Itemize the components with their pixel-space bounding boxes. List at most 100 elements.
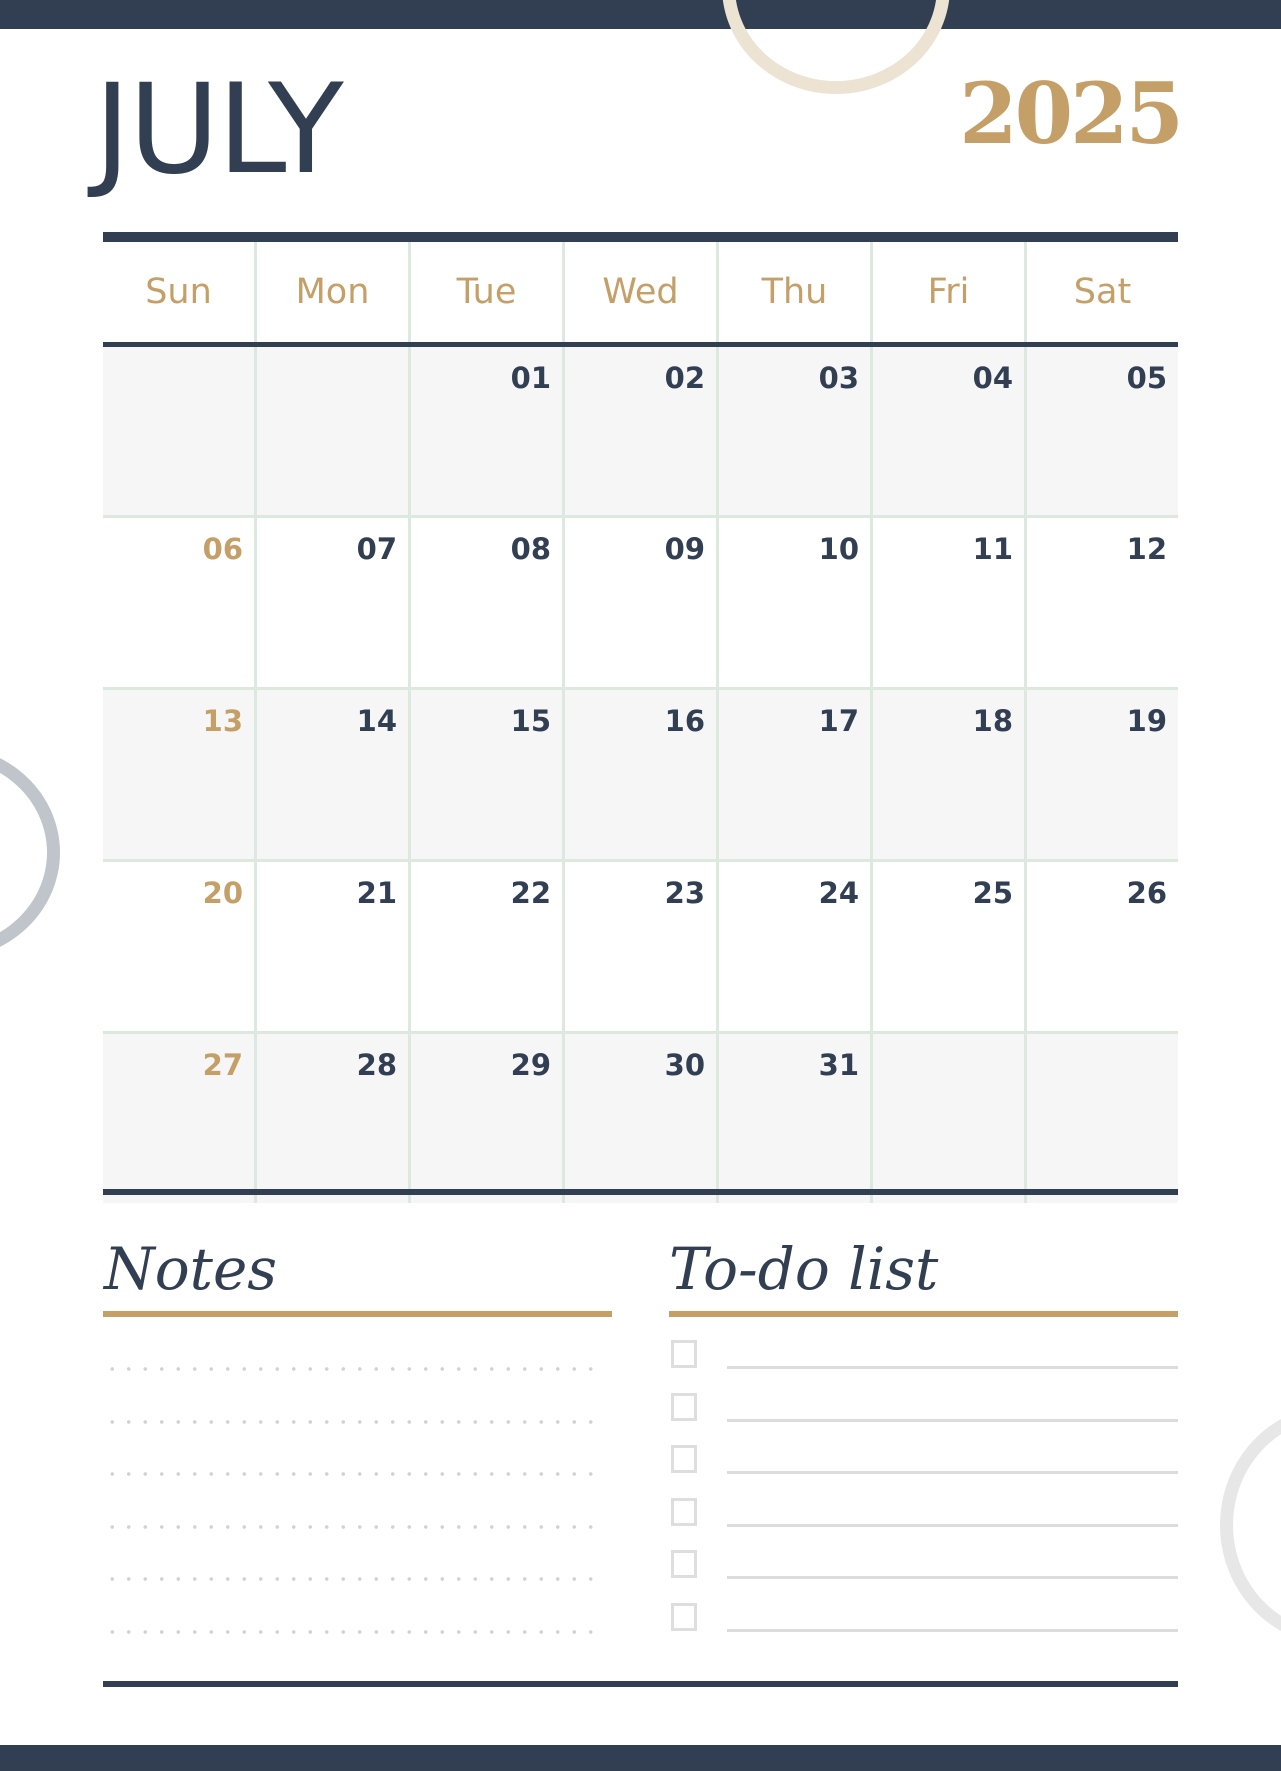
day-cell[interactable]: 13 xyxy=(103,690,254,859)
day-cell[interactable]: 03 xyxy=(716,347,870,515)
day-cell[interactable]: 06 xyxy=(103,518,254,687)
day-number: 27 xyxy=(202,1048,243,1082)
notes-line[interactable] xyxy=(104,1630,604,1634)
weekday-mon: Mon xyxy=(254,242,408,342)
day-number: 05 xyxy=(1126,361,1167,395)
day-cell[interactable]: 05 xyxy=(1024,347,1178,515)
notes-underline xyxy=(103,1311,612,1317)
day-number: 12 xyxy=(1126,532,1167,566)
todo-checkbox[interactable] xyxy=(671,1603,697,1631)
todo-line[interactable] xyxy=(727,1418,1178,1422)
day-cell[interactable]: 19 xyxy=(1024,690,1178,859)
notes-line[interactable] xyxy=(104,1419,604,1424)
day-number: 28 xyxy=(356,1048,397,1082)
day-number: 19 xyxy=(1126,704,1167,738)
decorative-circle-right xyxy=(1220,1405,1281,1645)
day-number: 07 xyxy=(356,532,397,566)
week-row: 27 28 29 30 31 xyxy=(103,1031,1178,1203)
notes-line[interactable] xyxy=(104,1472,604,1477)
day-cell[interactable]: 22 xyxy=(408,862,562,1031)
notes-line[interactable] xyxy=(104,1524,604,1529)
todo-checkbox[interactable] xyxy=(671,1392,697,1421)
day-number: 03 xyxy=(818,361,859,395)
day-number: 24 xyxy=(818,876,859,910)
todo-checkbox[interactable] xyxy=(671,1497,697,1526)
todo-line[interactable] xyxy=(727,1629,1178,1632)
day-number: 23 xyxy=(664,876,705,910)
day-cell[interactable]: 15 xyxy=(408,690,562,859)
day-number: 31 xyxy=(818,1048,859,1082)
day-number: 20 xyxy=(202,876,243,910)
day-cell[interactable]: 01 xyxy=(408,347,562,515)
empty-day-cell xyxy=(1024,1034,1178,1203)
day-cell[interactable]: 23 xyxy=(562,862,716,1031)
day-cell[interactable]: 10 xyxy=(716,518,870,687)
day-number: 11 xyxy=(972,532,1013,566)
day-number: 30 xyxy=(664,1048,705,1082)
day-cell[interactable]: 07 xyxy=(254,518,408,687)
day-number: 06 xyxy=(202,532,243,566)
day-cell[interactable]: 09 xyxy=(562,518,716,687)
day-number: 08 xyxy=(510,532,551,566)
week-row: 01 02 03 04 05 xyxy=(103,347,1178,515)
day-cell[interactable]: 27 xyxy=(103,1034,254,1203)
day-number: 26 xyxy=(1126,876,1167,910)
todo-line[interactable] xyxy=(727,1576,1178,1580)
day-cell[interactable]: 31 xyxy=(716,1034,870,1203)
empty-day-cell xyxy=(254,347,408,515)
day-number: 13 xyxy=(202,704,243,738)
day-cell[interactable]: 30 xyxy=(562,1034,716,1203)
weekday-sun: Sun xyxy=(145,272,212,312)
todo-underline xyxy=(669,1311,1178,1317)
notes-line[interactable] xyxy=(104,1577,604,1582)
day-number: 29 xyxy=(510,1048,551,1082)
top-bar xyxy=(0,0,1281,29)
weekday-sat: Sat xyxy=(1024,242,1178,342)
day-number: 01 xyxy=(510,361,551,395)
day-number: 10 xyxy=(818,532,859,566)
weekday-tue: Tue xyxy=(408,242,562,342)
day-number: 16 xyxy=(664,704,705,738)
day-cell[interactable]: 08 xyxy=(408,518,562,687)
todo-line[interactable] xyxy=(727,1366,1178,1369)
todo-checkbox[interactable] xyxy=(671,1550,697,1579)
day-cell[interactable]: 14 xyxy=(254,690,408,859)
decorative-circle-top xyxy=(722,0,950,94)
day-cell[interactable]: 04 xyxy=(870,347,1024,515)
notes-line[interactable] xyxy=(104,1367,604,1371)
day-cell[interactable]: 25 xyxy=(870,862,1024,1031)
notes-title: Notes xyxy=(104,1235,278,1303)
day-cell[interactable]: 28 xyxy=(254,1034,408,1203)
day-cell[interactable]: 21 xyxy=(254,862,408,1031)
day-cell[interactable]: 17 xyxy=(716,690,870,859)
calendar-bottom-rule xyxy=(103,1189,1178,1195)
todo-checkbox[interactable] xyxy=(671,1340,697,1368)
day-cell[interactable]: 12 xyxy=(1024,518,1178,687)
week-row: 20 21 22 23 24 25 26 xyxy=(103,859,1178,1031)
day-cell[interactable]: 24 xyxy=(716,862,870,1031)
day-number: 21 xyxy=(356,876,397,910)
weekday-header-row: Sun Mon Tue Wed Thu Fri Sat xyxy=(103,242,1178,342)
day-number: 04 xyxy=(972,361,1013,395)
todo-line[interactable] xyxy=(727,1471,1178,1475)
bottom-bar xyxy=(0,1745,1281,1771)
day-number: 22 xyxy=(510,876,551,910)
month-title: JULY xyxy=(94,58,344,202)
day-cell[interactable]: 26 xyxy=(1024,862,1178,1031)
day-cell[interactable]: 16 xyxy=(562,690,716,859)
day-number: 25 xyxy=(972,876,1013,910)
decorative-circle-left xyxy=(0,745,60,960)
day-cell[interactable]: 18 xyxy=(870,690,1024,859)
day-cell[interactable]: 11 xyxy=(870,518,1024,687)
day-number: 02 xyxy=(664,361,705,395)
day-number: 14 xyxy=(356,704,397,738)
day-cell[interactable]: 02 xyxy=(562,347,716,515)
todo-line[interactable] xyxy=(727,1523,1178,1527)
day-cell[interactable]: 20 xyxy=(103,862,254,1031)
page-bottom-rule xyxy=(103,1681,1178,1687)
day-cell[interactable]: 29 xyxy=(408,1034,562,1203)
day-number: 18 xyxy=(972,704,1013,738)
calendar-top-rule xyxy=(103,232,1178,242)
todo-checkbox[interactable] xyxy=(671,1445,697,1474)
todo-title: To-do list xyxy=(669,1235,939,1303)
